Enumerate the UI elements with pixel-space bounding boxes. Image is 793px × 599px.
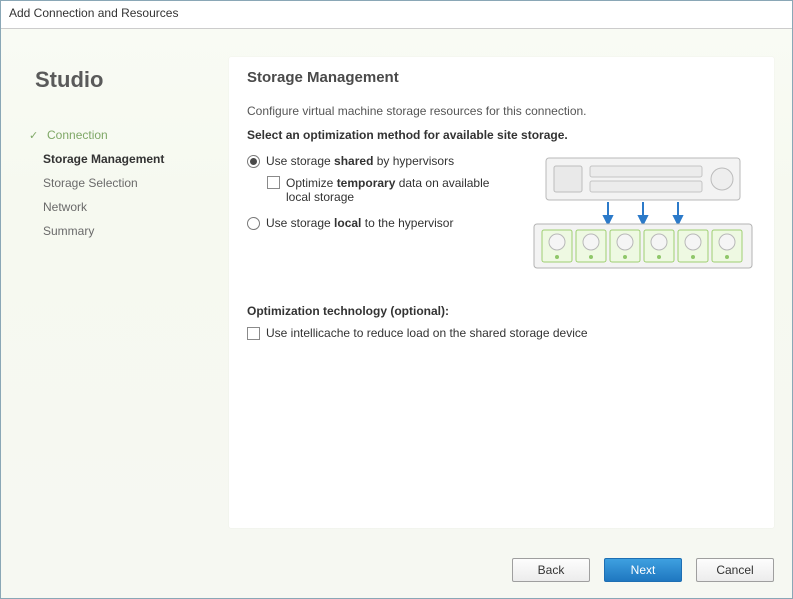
next-button[interactable]: Next (604, 558, 682, 582)
step-storage-management[interactable]: Storage Management (29, 147, 209, 171)
wizard-footer: Back Next Cancel (512, 558, 774, 582)
intellicache-label: Use intellicache to reduce load on the s… (266, 326, 588, 340)
radio-shared-label: Use storage shared by hypervisors (266, 154, 454, 168)
radio-icon (247, 155, 260, 168)
cancel-button[interactable]: Cancel (696, 558, 774, 582)
window-title: Add Connection and Resources (1, 1, 792, 29)
check-icon: ✓ (29, 129, 41, 141)
wizard-window: Add Connection and Resources Studio ✓ Co… (0, 0, 793, 599)
checkbox-icon (247, 327, 260, 340)
wizard-content: Storage Management Configure virtual mac… (229, 57, 774, 528)
step-label: Summary (43, 224, 94, 238)
checkbox-optimize-temporary[interactable]: Optimize temporary data on available loc… (267, 176, 517, 204)
step-summary[interactable]: Summary (29, 219, 209, 243)
page-heading: Storage Management (247, 69, 758, 86)
step-list: ✓ Connection Storage Management Storage … (29, 123, 209, 243)
step-network[interactable]: Network (29, 195, 209, 219)
page-description: Configure virtual machine storage resour… (247, 104, 758, 118)
radio-icon (247, 217, 260, 230)
radio-local-label: Use storage local to the hypervisor (266, 216, 453, 230)
radio-shared-storage[interactable]: Use storage shared by hypervisors (247, 154, 517, 168)
select-instruction: Select an optimization method for availa… (247, 128, 758, 142)
step-label: Connection (47, 128, 108, 142)
checkbox-optimize-label: Optimize temporary data on available loc… (286, 176, 517, 204)
server-icon (528, 154, 758, 274)
checkbox-icon (267, 176, 280, 189)
optimization-tech-label: Optimization technology (optional): (247, 304, 758, 318)
step-storage-selection[interactable]: Storage Selection (29, 171, 209, 195)
step-label: Network (43, 200, 87, 214)
back-button[interactable]: Back (512, 558, 590, 582)
radio-local-storage[interactable]: Use storage local to the hypervisor (247, 216, 517, 230)
wizard-sidebar: Studio ✓ Connection Storage Management S… (29, 57, 209, 528)
step-label: Storage Management (43, 152, 164, 166)
storage-illustration (527, 154, 758, 274)
checkbox-intellicache[interactable]: Use intellicache to reduce load on the s… (247, 326, 758, 340)
sidebar-title: Studio (29, 67, 209, 93)
step-connection[interactable]: ✓ Connection (29, 123, 209, 147)
step-label: Storage Selection (43, 176, 138, 190)
wizard-body: Studio ✓ Connection Storage Management S… (1, 29, 792, 598)
